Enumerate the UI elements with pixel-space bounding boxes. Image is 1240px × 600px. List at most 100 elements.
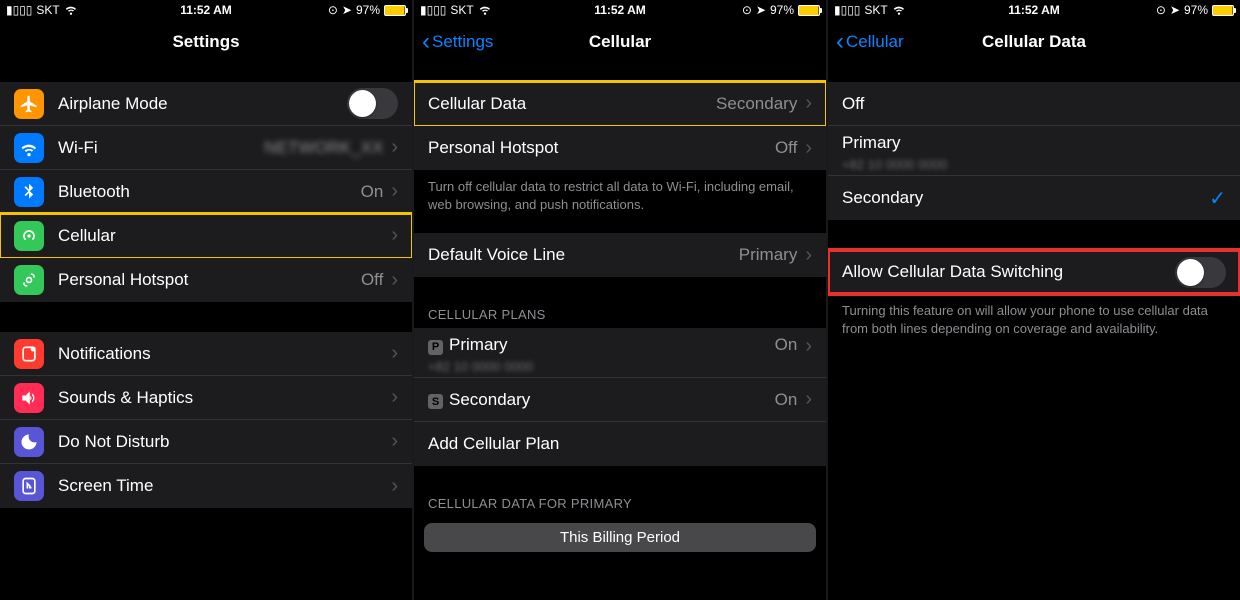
dnd-icon [14,427,44,457]
screentime-row[interactable]: Screen Time [0,464,412,508]
allow-switching-note: Turning this feature on will allow your … [828,294,1240,337]
status-bar: ▮▯▯▯ SKT 11:52 AM ⊙ ➤ 97% [828,0,1240,20]
hotspot-value: Off [775,138,797,158]
battery-icon [1212,5,1234,16]
chevron-left-icon: ‹ [422,28,430,56]
add-plan-label: Add Cellular Plan [428,434,812,454]
chevron-icon [391,386,398,409]
chevron-icon [391,269,398,292]
data-primary-header: CELLULAR DATA FOR PRIMARY [414,496,826,517]
battery-icon [798,5,820,16]
alarm-icon: ⊙ [328,3,338,17]
screentime-label: Screen Time [58,476,383,496]
allow-switching-row[interactable]: Allow Cellular Data Switching [828,250,1240,294]
plan-primary-label: PPrimary [428,335,775,355]
wifi-icon [14,133,44,163]
default-voice-row[interactable]: Default Voice Line Primary [414,233,826,277]
option-primary-label: Primary [842,133,1226,153]
airplane-mode-row[interactable]: Airplane Mode [0,82,412,126]
chevron-icon [391,342,398,365]
chevron-icon [391,475,398,498]
battery-pct: 97% [1184,3,1208,17]
bt-label: Bluetooth [58,182,361,202]
airplane-icon [14,89,44,119]
battery-pct: 97% [770,3,794,17]
chevron-icon [805,137,812,160]
plan-secondary-value: On [775,390,798,410]
location-icon: ➤ [342,3,352,17]
hotspot-label: Personal Hotspot [428,138,775,158]
battery-icon [384,5,406,16]
cellular-screen: ▮▯▯▯ SKT 11:52 AM ⊙ ➤ 97% ‹ Settings Cel… [414,0,826,600]
check-icon: ✓ [1209,186,1226,211]
back-button[interactable]: ‹ Cellular [836,28,904,56]
option-secondary-row[interactable]: Secondary ✓ [828,176,1240,220]
billing-label: This Billing Period [560,529,680,546]
chevron-icon [805,335,812,358]
chevron-left-icon: ‹ [836,28,844,56]
wifi-label: Wi-Fi [58,138,264,158]
chevron-icon [391,430,398,453]
chevron-icon [391,180,398,203]
option-primary-row[interactable]: Primary +82 10 0000 0000 [828,126,1240,176]
option-primary-number: +82 10 0000 0000 [842,157,947,172]
hotspot-row[interactable]: Personal Hotspot Off [414,126,826,170]
add-plan-row[interactable]: Add Cellular Plan [414,422,826,466]
wifi-status-icon [478,2,492,19]
alarm-icon: ⊙ [742,3,752,17]
plan-secondary-row[interactable]: SSecondary On [414,378,826,422]
notifications-label: Notifications [58,344,383,364]
time: 11:52 AM [1008,3,1060,17]
wifi-status-icon [892,2,906,19]
billing-segment[interactable]: This Billing Period [424,523,816,552]
status-bar: ▮▯▯▯ SKT 11:52 AM ⊙ ➤ 97% [0,0,412,20]
location-icon: ➤ [756,3,766,17]
notifications-row[interactable]: Notifications [0,332,412,376]
wifi-row[interactable]: Wi-Fi NETWORK_XX [0,126,412,170]
status-bar: ▮▯▯▯ SKT 11:52 AM ⊙ ➤ 97% [414,0,826,20]
back-button[interactable]: ‹ Settings [422,28,493,56]
wifi-value: NETWORK_XX [264,138,383,158]
dnd-label: Do Not Disturb [58,432,383,452]
option-secondary-label: Secondary [842,188,1209,208]
bluetooth-row[interactable]: Bluetooth On [0,170,412,214]
allow-switching-toggle[interactable] [1175,257,1226,288]
cellular-data-note: Turn off cellular data to restrict all d… [414,170,826,213]
default-voice-label: Default Voice Line [428,245,739,265]
hotspot-row[interactable]: Personal Hotspot Off [0,258,412,302]
plan-primary-row[interactable]: PPrimary +82 10 0000 0000 On [414,328,826,378]
airplane-toggle[interactable] [347,88,398,119]
cellular-data-label: Cellular Data [428,94,716,114]
chevron-icon [805,388,812,411]
notifications-icon [14,339,44,369]
back-label: Settings [432,32,493,52]
cellular-row[interactable]: Cellular [0,214,412,258]
cellular-data-row[interactable]: Cellular Data Secondary [414,82,826,126]
dnd-row[interactable]: Do Not Disturb [0,420,412,464]
battery-pct: 97% [356,3,380,17]
carrier: SKT [450,3,473,17]
cellular-label: Cellular [58,226,383,246]
wifi-status-icon [64,2,78,19]
nav-bar: ‹ Cellular Cellular Data [828,20,1240,64]
chevron-icon [391,136,398,159]
time: 11:52 AM [180,3,232,17]
page-title: Cellular Data [982,32,1086,52]
option-off-label: Off [842,94,1226,114]
page-title: Settings [172,32,239,52]
option-off-row[interactable]: Off [828,82,1240,126]
cellular-icon [14,221,44,251]
bt-value: On [361,182,384,202]
back-label: Cellular [846,32,904,52]
chevron-icon [391,224,398,247]
plan-primary-value: On [775,335,798,355]
time: 11:52 AM [594,3,646,17]
hotspot-value: Off [361,270,383,290]
nav-bar: ‹ Settings Cellular [414,20,826,64]
alarm-icon: ⊙ [1156,3,1166,17]
sounds-row[interactable]: Sounds & Haptics [0,376,412,420]
plan-primary-number: +82 10 0000 0000 [428,359,533,374]
allow-switching-label: Allow Cellular Data Switching [842,262,1175,282]
default-voice-value: Primary [739,245,798,265]
sounds-label: Sounds & Haptics [58,388,383,408]
